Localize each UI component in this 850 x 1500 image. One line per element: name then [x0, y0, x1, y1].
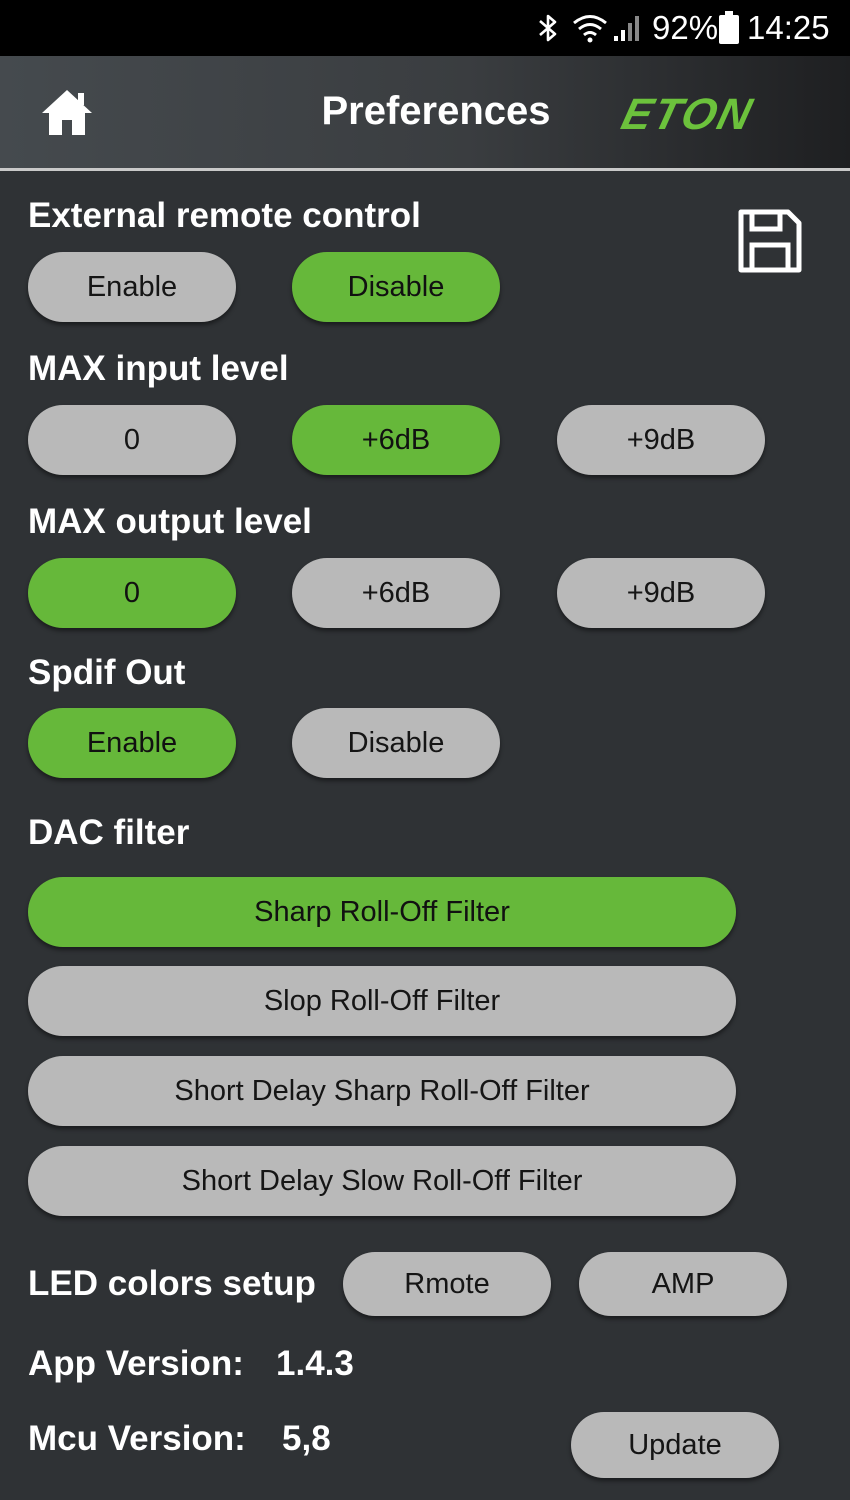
filter-short-delay-sharp-button[interactable]: Short Delay Sharp Roll-Off Filter [28, 1056, 736, 1126]
battery-icon [719, 11, 739, 44]
input-level-6db-button[interactable]: +6dB [292, 405, 500, 475]
input-level-0-button[interactable]: 0 [28, 405, 236, 475]
filter-short-delay-slow-button[interactable]: Short Delay Slow Roll-Off Filter [28, 1146, 736, 1216]
app-version-label: App Version: [28, 1344, 244, 1383]
output-level-6db-button[interactable]: +6dB [292, 558, 500, 628]
input-level-9db-button[interactable]: +9dB [557, 405, 765, 475]
section-title-dac-filter: DAC filter [28, 813, 190, 852]
remote-enable-button[interactable]: Enable [28, 252, 236, 322]
svg-text:ETON: ETON [617, 94, 758, 134]
section-title-spdif: Spdif Out [28, 653, 186, 692]
update-button[interactable]: Update [571, 1412, 779, 1478]
section-title-led-colors: LED colors setup [28, 1264, 316, 1303]
save-icon[interactable] [736, 207, 804, 275]
remote-disable-button[interactable]: Disable [292, 252, 500, 322]
section-title-max-input: MAX input level [28, 349, 289, 388]
section-title-max-output: MAX output level [28, 502, 312, 541]
app-version-value: 1.4.3 [276, 1344, 354, 1383]
bluetooth-icon [539, 14, 557, 42]
output-level-9db-button[interactable]: +9dB [557, 558, 765, 628]
section-title-external-remote: External remote control [28, 196, 421, 235]
status-clock: 14:25 [747, 9, 830, 46]
led-remote-button[interactable]: Rmote [343, 1252, 551, 1316]
status-bar: 92% 14:25 [0, 0, 850, 56]
signal-icon [614, 16, 639, 41]
eton-logo: ETON [617, 94, 758, 134]
filter-sharp-rolloff-button[interactable]: Sharp Roll-Off Filter [28, 877, 736, 947]
wifi-icon [573, 15, 607, 43]
mcu-version-label: Mcu Version: [28, 1419, 246, 1458]
output-level-0-button[interactable]: 0 [28, 558, 236, 628]
filter-slop-rolloff-button[interactable]: Slop Roll-Off Filter [28, 966, 736, 1036]
battery-percentage: 92% [652, 9, 719, 46]
spdif-disable-button[interactable]: Disable [292, 708, 500, 778]
led-amp-button[interactable]: AMP [579, 1252, 787, 1316]
app-header: Preferences ETON [0, 56, 850, 171]
spdif-enable-button[interactable]: Enable [28, 708, 236, 778]
mcu-version-value: 5,8 [282, 1419, 331, 1458]
